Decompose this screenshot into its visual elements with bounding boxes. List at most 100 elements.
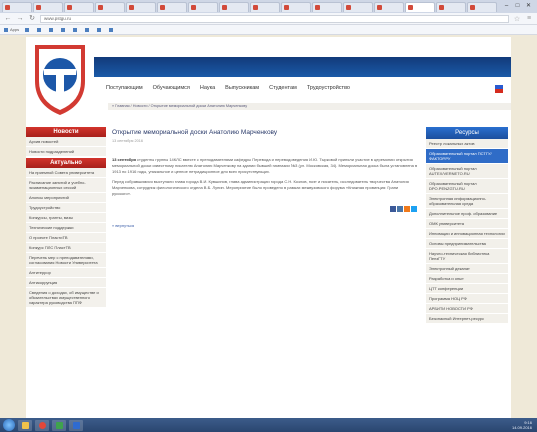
start-button[interactable]: [3, 419, 15, 431]
tab-favicon-icon: [5, 4, 10, 10]
nav-item[interactable]: Поступающим: [106, 85, 143, 91]
browser-tab[interactable]: [312, 1, 342, 12]
browser-tab[interactable]: [405, 1, 435, 12]
resource-link[interactable]: Программа НОЦ РФ: [426, 294, 508, 304]
actual-link[interactable]: Антикоррупция: [26, 278, 106, 288]
tab-favicon-icon: [191, 4, 196, 10]
actual-link[interactable]: Перечень мер с преподавателями, согласов…: [26, 253, 106, 268]
browser-tab[interactable]: [374, 1, 404, 12]
tab-favicon-icon: [377, 4, 382, 10]
bookmark-icon: [85, 27, 90, 32]
university-logo[interactable]: [30, 41, 90, 117]
actual-link[interactable]: О проекте ПластиТВ: [26, 233, 106, 243]
browser-tab[interactable]: [281, 1, 311, 12]
bookmark-item[interactable]: [85, 27, 91, 32]
browser-tab-bar: – □ ✕: [0, 0, 537, 13]
close-icon[interactable]: ✕: [524, 3, 533, 10]
taskbar-app-explorer[interactable]: [18, 419, 32, 431]
actual-link[interactable]: Сведения о доходах, об имуществе и обяза…: [26, 288, 106, 308]
breadcrumb[interactable]: « Главная / Новости / Открытие мемориаль…: [108, 103, 511, 110]
actual-link[interactable]: Расписание занятий и учебно-экзаменацион…: [26, 178, 106, 193]
actual-link[interactable]: Технические поддержки: [26, 223, 106, 233]
browser-tab[interactable]: [126, 1, 156, 12]
browser-tab[interactable]: [64, 1, 94, 12]
bookmark-item[interactable]: [73, 27, 79, 32]
bookmark-item[interactable]: [25, 27, 31, 32]
bookmark-icon: [73, 27, 78, 32]
taskbar-app-media[interactable]: [52, 419, 66, 431]
bookmark-icon: [25, 27, 30, 32]
tab-favicon-icon: [408, 4, 413, 10]
odnoklassniki-icon[interactable]: [404, 206, 410, 212]
news-link[interactable]: Новости подразделений: [26, 147, 106, 157]
resource-link[interactable]: Дополнительное проф. образование: [426, 209, 508, 219]
chrome-icon: [38, 421, 46, 429]
actual-link[interactable]: Антитеррор: [26, 268, 106, 278]
forward-icon[interactable]: →: [16, 15, 24, 23]
twitter-icon[interactable]: [411, 206, 417, 212]
nav-item[interactable]: Наука: [200, 85, 215, 91]
document-icon: [72, 421, 80, 429]
bookmark-star-icon[interactable]: ☆: [513, 15, 521, 23]
browser-tab[interactable]: [250, 1, 280, 12]
resource-link[interactable]: Образовательный портал DPO.PENZGTU.RU: [426, 179, 508, 194]
resource-link[interactable]: ОМК университета: [426, 219, 508, 229]
top-navigation: Поступающим Обучающимся Наука Выпускникам Ст…: [106, 85, 350, 91]
bookmark-item[interactable]: [37, 27, 43, 32]
header-banner: [94, 57, 511, 93]
actual-link[interactable]: На приемной Совета университета: [26, 168, 106, 178]
url-input[interactable]: www.pstgu.ru: [40, 14, 509, 23]
back-icon[interactable]: ←: [4, 15, 12, 23]
resource-link[interactable]: Безопасный Интернет-ресурс: [426, 314, 508, 324]
browser-tab[interactable]: [219, 1, 249, 12]
resource-link[interactable]: Образовательный портал AUTEX/VERNETO.RU: [426, 164, 508, 179]
actual-link[interactable]: Трудоустройство: [26, 203, 106, 213]
browser-tab[interactable]: [436, 1, 466, 12]
nav-item[interactable]: Выпускникам: [225, 85, 259, 91]
reload-icon[interactable]: ↻: [28, 15, 36, 23]
maximize-icon[interactable]: □: [513, 3, 522, 10]
browser-tab[interactable]: [157, 1, 187, 12]
actual-link[interactable]: Анонсы мероприятий: [26, 193, 106, 203]
nav-item[interactable]: Обучающимся: [153, 85, 190, 91]
resource-link[interactable]: Электронный деканат: [426, 264, 508, 274]
bookmark-item[interactable]: [97, 27, 103, 32]
resource-link[interactable]: Инновации и инновационная технологии: [426, 229, 508, 239]
resource-link[interactable]: Научно-техническая библиотека ПензГТУ: [426, 249, 508, 264]
browser-tab[interactable]: [2, 1, 32, 12]
bookmark-item[interactable]: [49, 27, 55, 32]
actual-link[interactable]: Конкурсы, гранты, визы: [26, 213, 106, 223]
resource-link[interactable]: Электронная информационно-образовательна…: [426, 194, 508, 209]
facebook-icon[interactable]: [390, 206, 396, 212]
actual-link[interactable]: Конкурс ПЛС ПластТВ: [26, 243, 106, 253]
browser-tab[interactable]: [33, 1, 63, 12]
browser-tab[interactable]: [95, 1, 125, 12]
resource-link[interactable]: Основы предпринимательства: [426, 239, 508, 249]
resource-link[interactable]: Разработка и опыт: [426, 274, 508, 284]
resource-link[interactable]: Реестр локальных актов: [426, 139, 508, 149]
news-link[interactable]: Архив новостей: [26, 137, 106, 147]
bookmark-item[interactable]: [109, 27, 115, 32]
resource-link[interactable]: Образовательный портал ПСТГУ/ФАКТОР.РУ: [426, 149, 508, 164]
resource-link[interactable]: АРБИТИ НОВОСТИ РФ: [426, 304, 508, 314]
resource-link[interactable]: ЦТТ конференции: [426, 284, 508, 294]
nav-item[interactable]: Трудоустройство: [307, 85, 350, 91]
taskbar-app-document[interactable]: [69, 419, 83, 431]
minimize-icon[interactable]: –: [502, 3, 511, 10]
bookmark-label: Apps: [10, 27, 20, 32]
bookmark-item[interactable]: Apps: [4, 27, 19, 32]
browser-tab[interactable]: [188, 1, 218, 12]
menu-icon[interactable]: ≡: [525, 15, 533, 22]
bookmark-item[interactable]: [61, 27, 67, 32]
resources-heading: Ресурсы: [426, 127, 508, 139]
browser-tab[interactable]: [343, 1, 373, 12]
language-flag-icon[interactable]: [495, 81, 503, 93]
taskbar-app-chrome[interactable]: [35, 419, 49, 431]
back-link[interactable]: « вернуться: [112, 223, 134, 228]
system-tray[interactable]: 9:16 14.09.2016: [512, 420, 537, 430]
nav-item[interactable]: Студентам: [269, 85, 297, 91]
vk-icon[interactable]: [397, 206, 403, 212]
media-icon: [55, 421, 63, 429]
news-heading[interactable]: Новости: [26, 127, 106, 137]
browser-tab[interactable]: [467, 1, 497, 12]
